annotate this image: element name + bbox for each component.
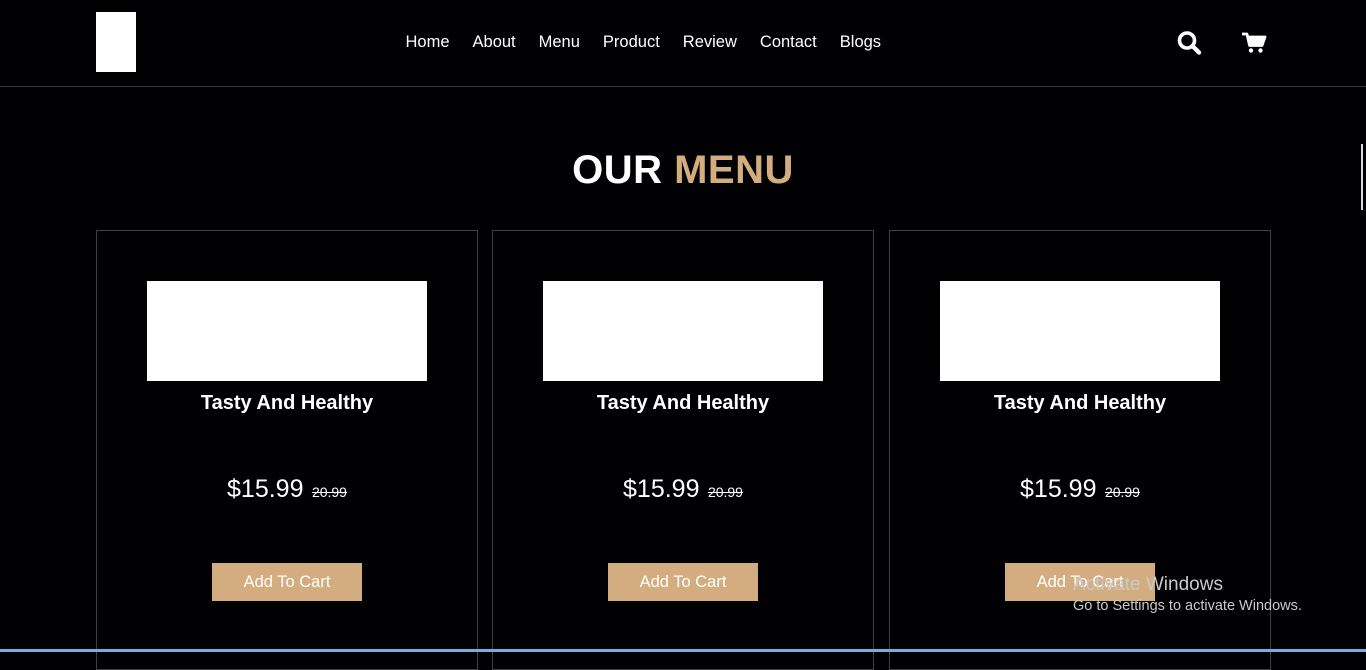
nav-blogs[interactable]: Blogs — [840, 30, 881, 54]
scrollbar-thumb[interactable] — [1361, 144, 1363, 210]
menu-item-name: Tasty And Healthy — [993, 392, 1167, 414]
menu-item-old-price: 20.99 — [707, 484, 743, 500]
menu-item-price-row: $15.99 20.99 — [493, 475, 873, 504]
menu-item-image — [147, 281, 427, 381]
add-to-cart-button[interactable]: Add To Cart — [212, 563, 362, 601]
menu-item-price: $15.99 — [227, 475, 304, 503]
nav-review[interactable]: Review — [683, 30, 737, 54]
menu-card: Tasty And Healthy $15.99 20.99 Add To Ca… — [492, 230, 874, 670]
menu-item-image — [940, 281, 1220, 381]
search-icon — [1177, 31, 1202, 55]
main-nav: Home About Menu Product Review Contact B… — [394, 30, 893, 54]
cart-button[interactable] — [1241, 30, 1269, 56]
menu-item-old-price: 20.99 — [1104, 484, 1140, 500]
nav-home[interactable]: Home — [406, 30, 450, 54]
menu-item-price-row: $15.99 20.99 — [890, 475, 1270, 504]
shopping-cart-icon — [1242, 32, 1267, 53]
menu-item-name: Tasty And Healthy — [200, 392, 374, 414]
activate-windows-title: Activate Windows — [1073, 574, 1223, 595]
nav-contact[interactable]: Contact — [760, 30, 817, 54]
nav-about[interactable]: About — [473, 30, 516, 54]
menu-item-price: $15.99 — [1020, 475, 1097, 503]
nav-product[interactable]: Product — [603, 30, 660, 54]
section-title-main: OUR — [572, 148, 663, 192]
menu-item-image — [543, 281, 823, 381]
menu-item-price-row: $15.99 20.99 — [97, 475, 477, 504]
menu-card: Tasty And Healthy $15.99 20.99 Add To Ca… — [96, 230, 478, 670]
menu-item-name: Tasty And Healthy — [596, 392, 770, 414]
logo[interactable] — [96, 12, 136, 72]
section-title: OUR MENU — [0, 148, 1366, 193]
section-title-accent: MENU — [674, 148, 794, 192]
menu-item-price: $15.99 — [623, 475, 700, 503]
nav-menu[interactable]: Menu — [539, 30, 580, 54]
activate-windows-watermark: Activate Windows Go to Settings to activ… — [1073, 573, 1302, 616]
activate-windows-subtitle: Go to Settings to activate Windows. — [1073, 598, 1302, 614]
add-to-cart-button[interactable]: Add To Cart — [608, 563, 758, 601]
site-header: Home About Menu Product Review Contact B… — [0, 0, 1366, 87]
search-button[interactable] — [1176, 30, 1204, 56]
menu-item-old-price: 20.99 — [311, 484, 347, 500]
